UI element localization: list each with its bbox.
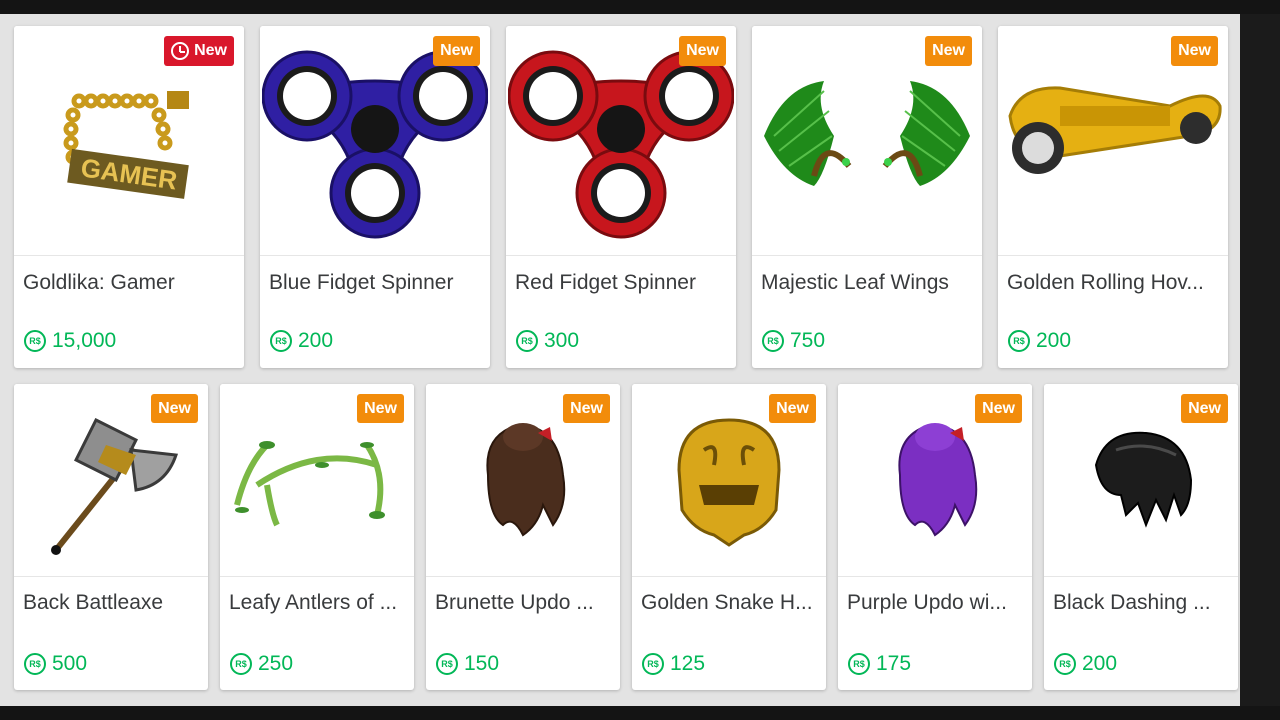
divider bbox=[632, 576, 826, 577]
item-thumbnail-black-dashing-hair[interactable]: New bbox=[1044, 384, 1238, 576]
item-thumbnail-battleaxe[interactable]: New bbox=[14, 384, 208, 576]
item-thumbnail-leafy-antlers[interactable]: New bbox=[220, 384, 414, 576]
new-badge: New bbox=[769, 394, 816, 423]
item-thumbnail-gold-gamer[interactable]: GAMER New bbox=[14, 26, 244, 255]
item-price: R$ 200 bbox=[270, 329, 333, 353]
divider bbox=[838, 576, 1032, 577]
item-price: R$ 300 bbox=[516, 329, 579, 353]
item-name[interactable]: Blue Fidget Spinner bbox=[260, 270, 490, 296]
robux-icon: R$ bbox=[1054, 653, 1076, 675]
item-name[interactable]: Goldlika: Gamer bbox=[14, 270, 244, 296]
item-card[interactable]: New Back Battleaxe R$ 500 bbox=[14, 384, 208, 690]
divider bbox=[220, 576, 414, 577]
item-thumbnail-blue-spinner[interactable]: New bbox=[260, 26, 490, 255]
divider bbox=[752, 255, 982, 256]
item-thumbnail-brunette-updo[interactable]: New bbox=[426, 384, 620, 576]
item-name[interactable]: Purple Updo wi... bbox=[838, 590, 1032, 616]
item-thumbnail-golden-snake-helm[interactable]: New bbox=[632, 384, 826, 576]
item-price: R$ 125 bbox=[642, 652, 705, 676]
item-card[interactable]: New Brunette Updo ... R$ 150 bbox=[426, 384, 620, 690]
new-badge: New bbox=[563, 394, 610, 423]
item-price: R$ 500 bbox=[24, 652, 87, 676]
item-name[interactable]: Back Battleaxe bbox=[14, 590, 208, 616]
svg-text:GAMER: GAMER bbox=[79, 152, 179, 195]
item-thumbnail-golden-hoverboard[interactable]: New bbox=[998, 26, 1228, 255]
divider bbox=[426, 576, 620, 577]
divider bbox=[14, 255, 244, 256]
divider bbox=[506, 255, 736, 256]
item-name[interactable]: Red Fidget Spinner bbox=[506, 270, 736, 296]
item-card[interactable]: New Purple Updo wi... R$ 175 bbox=[838, 384, 1032, 690]
item-price: R$ 750 bbox=[762, 329, 825, 353]
item-name[interactable]: Golden Rolling Hov... bbox=[998, 270, 1228, 296]
new-badge: New bbox=[1181, 394, 1228, 423]
item-card[interactable]: New Golden Rolling Hov... R$ 200 bbox=[998, 26, 1228, 368]
robux-icon: R$ bbox=[436, 653, 458, 675]
timed-new-badge: New bbox=[164, 36, 234, 66]
item-price: R$ 150 bbox=[436, 652, 499, 676]
divider bbox=[260, 255, 490, 256]
item-name[interactable]: Golden Snake H... bbox=[632, 590, 826, 616]
item-price: R$ 200 bbox=[1008, 329, 1071, 353]
new-badge: New bbox=[679, 36, 726, 66]
robux-icon: R$ bbox=[230, 653, 252, 675]
item-card[interactable]: New Blue Fidget Spinner R$ 200 bbox=[260, 26, 490, 368]
item-card[interactable]: GAMER New Goldlika: Gamer R$ 15,000 bbox=[14, 26, 244, 368]
item-card[interactable]: New Majestic Leaf Wings R$ 750 bbox=[752, 26, 982, 368]
item-name[interactable]: Brunette Updo ... bbox=[426, 590, 620, 616]
new-badge: New bbox=[975, 394, 1022, 423]
new-badge: New bbox=[433, 36, 480, 66]
item-name[interactable]: Majestic Leaf Wings bbox=[752, 270, 982, 296]
item-name[interactable]: Black Dashing ... bbox=[1044, 590, 1238, 616]
divider bbox=[1044, 576, 1238, 577]
robux-icon: R$ bbox=[848, 653, 870, 675]
divider bbox=[998, 255, 1228, 256]
item-thumbnail-red-spinner[interactable]: New bbox=[506, 26, 736, 255]
robux-icon: R$ bbox=[516, 330, 538, 352]
catalog-row-1: GAMER New Goldlika: Gamer R$ 15,000 New … bbox=[14, 26, 1228, 368]
item-card[interactable]: New Leafy Antlers of ... R$ 250 bbox=[220, 384, 414, 690]
timer-icon bbox=[171, 42, 190, 60]
robux-icon: R$ bbox=[642, 653, 664, 675]
divider bbox=[14, 576, 208, 577]
new-badge: New bbox=[925, 36, 972, 66]
item-card[interactable]: New Black Dashing ... R$ 200 bbox=[1044, 384, 1238, 690]
item-price: R$ 200 bbox=[1054, 652, 1117, 676]
robux-icon: R$ bbox=[270, 330, 292, 352]
item-price: R$ 250 bbox=[230, 652, 293, 676]
new-badge: New bbox=[1171, 36, 1218, 66]
catalog-row-2: New Back Battleaxe R$ 500 New Leafy Antl… bbox=[14, 384, 1238, 690]
robux-icon: R$ bbox=[762, 330, 784, 352]
item-thumbnail-leaf-wings[interactable]: New bbox=[752, 26, 982, 255]
new-badge: New bbox=[357, 394, 404, 423]
item-price: R$ 15,000 bbox=[24, 329, 116, 353]
item-name[interactable]: Leafy Antlers of ... bbox=[220, 590, 414, 616]
robux-icon: R$ bbox=[1008, 330, 1030, 352]
robux-icon: R$ bbox=[24, 653, 46, 675]
item-card[interactable]: New Red Fidget Spinner R$ 300 bbox=[506, 26, 736, 368]
item-card[interactable]: New Golden Snake H... R$ 125 bbox=[632, 384, 826, 690]
robux-icon: R$ bbox=[24, 330, 46, 352]
catalog-grid: GAMER New Goldlika: Gamer R$ 15,000 New … bbox=[0, 14, 1240, 706]
item-price: R$ 175 bbox=[848, 652, 911, 676]
page-edge bbox=[1240, 14, 1280, 706]
new-badge: New bbox=[151, 394, 198, 423]
item-thumbnail-purple-updo[interactable]: New bbox=[838, 384, 1032, 576]
